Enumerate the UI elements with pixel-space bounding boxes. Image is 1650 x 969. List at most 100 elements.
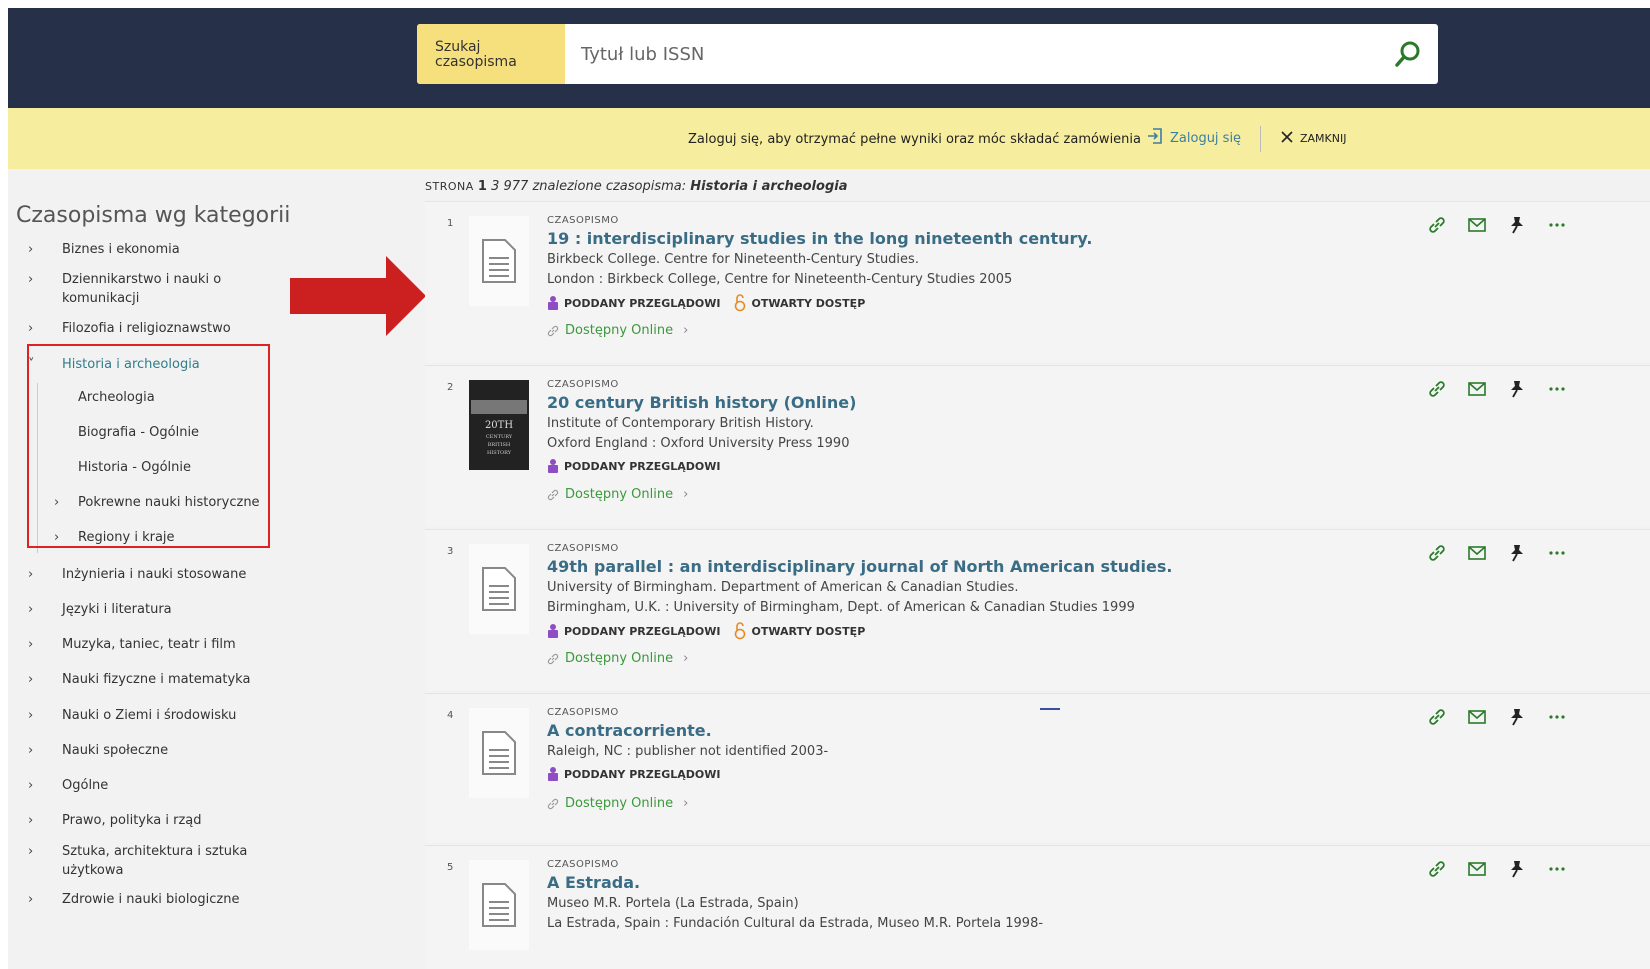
- header-bar: Szukaj czasopisma: [8, 8, 1650, 108]
- chevron-right-icon: ›: [28, 637, 34, 652]
- chevron-right-icon: ›: [683, 487, 689, 502]
- page-number: 1: [477, 179, 487, 194]
- search-icon[interactable]: [1392, 38, 1424, 70]
- chevron-right-icon: ›: [683, 651, 689, 666]
- result-author: University of Birmingham. Department of …: [547, 580, 1019, 595]
- chevron-right-icon: ›: [54, 530, 60, 545]
- svg-text:HISTORY: HISTORY: [487, 450, 512, 456]
- email-icon[interactable]: [1467, 707, 1487, 727]
- peer-reviewed-badge: PODDANY PRZEGLĄDOWI: [547, 458, 720, 474]
- search-input[interactable]: [581, 36, 1381, 72]
- chevron-right-icon: ›: [28, 602, 34, 617]
- chevron-right-icon: ›: [28, 567, 34, 582]
- chevron-right-icon: ›: [28, 743, 34, 758]
- email-icon[interactable]: [1467, 859, 1487, 879]
- link-icon: [547, 653, 559, 664]
- pin-icon[interactable]: [1507, 215, 1527, 235]
- result-actions: [1427, 543, 1567, 563]
- more-icon[interactable]: [1547, 215, 1567, 235]
- result-number: 1: [447, 218, 454, 229]
- result-number: 5: [447, 862, 454, 873]
- result-badges: PODDANY PRZEGLĄDOWI: [547, 458, 720, 474]
- result-badges: PODDANY PRZEGLĄDOWI OTWARTY DOSTĘP: [547, 294, 865, 312]
- pin-icon[interactable]: [1507, 707, 1527, 727]
- search-scope-label[interactable]: Szukaj czasopisma: [417, 24, 565, 84]
- result-title[interactable]: 19 : interdisciplinary studies in the lo…: [547, 229, 1092, 248]
- more-icon[interactable]: [1547, 543, 1567, 563]
- banner-message: Zaloguj się, aby otrzymać pełne wyniki o…: [688, 132, 1141, 147]
- result-badges: PODDANY PRZEGLĄDOWI OTWARTY DOSTĘP: [547, 622, 865, 640]
- chevron-right-icon: ›: [28, 272, 34, 287]
- peer-reviewed-badge: PODDANY PRZEGLĄDOWI: [547, 295, 720, 311]
- pin-icon[interactable]: [1507, 543, 1527, 563]
- document-icon[interactable]: [469, 860, 529, 950]
- permalink-icon[interactable]: [1427, 707, 1447, 727]
- link-icon: [547, 489, 559, 500]
- permalink-icon[interactable]: [1427, 379, 1447, 399]
- result-title[interactable]: A contracorriente.: [547, 721, 712, 740]
- email-icon[interactable]: [1467, 379, 1487, 399]
- online-link[interactable]: Dostępny Online ›: [547, 323, 688, 338]
- document-icon[interactable]: [469, 544, 529, 634]
- decorative-dash: [1040, 708, 1060, 710]
- open-access-badge: OTWARTY DOSTĘP: [734, 622, 865, 640]
- annotation-arrow: [290, 256, 426, 336]
- document-icon[interactable]: [469, 216, 529, 306]
- online-link[interactable]: Dostępny Online ›: [547, 796, 688, 811]
- result-author: Institute of Contemporary British Histor…: [547, 416, 814, 431]
- email-icon[interactable]: [1467, 543, 1487, 563]
- peer-reviewed-icon: [548, 459, 558, 473]
- close-banner-button[interactable]: ZAMKNIJ: [1280, 130, 1346, 147]
- permalink-icon[interactable]: [1427, 859, 1447, 879]
- chevron-right-icon: ›: [683, 796, 689, 811]
- result-type: CZASOPISMO: [547, 859, 619, 870]
- result-card: 2 20TH CENTURY BRITISH HISTORY CZASOPISMO 2…: [425, 365, 1650, 527]
- result-number: 3: [447, 546, 454, 557]
- result-badges: PODDANY PRZEGLĄDOWI: [547, 766, 720, 782]
- more-icon[interactable]: [1547, 859, 1567, 879]
- chevron-down-icon: ˅: [28, 357, 35, 372]
- document-icon[interactable]: [469, 708, 529, 798]
- chevron-right-icon: ›: [28, 844, 34, 859]
- open-lock-icon: [735, 622, 746, 640]
- results-list: STRONA 1 3 977 znalezione czasopisma: Hi…: [425, 169, 1650, 969]
- svg-text:BRITISH: BRITISH: [488, 442, 511, 448]
- online-link[interactable]: Dostępny Online ›: [547, 487, 688, 502]
- result-type: CZASOPISMO: [547, 379, 619, 390]
- email-icon[interactable]: [1467, 215, 1487, 235]
- svg-text:20TH: 20TH: [485, 420, 513, 431]
- tree-guide-line: [37, 383, 38, 553]
- result-title[interactable]: A Estrada.: [547, 873, 640, 892]
- result-title[interactable]: 20 century British history (Online): [547, 393, 856, 412]
- peer-reviewed-icon: [548, 624, 558, 638]
- online-link[interactable]: Dostępny Online ›: [547, 651, 688, 666]
- result-card: 5 CZASOPISMO A Estrada. Museo M.R. Porte…: [425, 845, 1650, 969]
- more-icon[interactable]: [1547, 707, 1567, 727]
- chevron-right-icon: ›: [28, 778, 34, 793]
- login-link[interactable]: Zaloguj się: [1146, 127, 1241, 149]
- result-actions: [1427, 379, 1567, 399]
- result-number: 4: [447, 710, 454, 721]
- pin-icon[interactable]: [1507, 859, 1527, 879]
- result-type: CZASOPISMO: [547, 543, 619, 554]
- result-actions: [1427, 859, 1567, 879]
- results-summary: STRONA 1 3 977 znalezione czasopisma: Hi…: [425, 179, 847, 194]
- results-category: Historia i archeologia: [690, 179, 848, 194]
- chevron-right-icon: ›: [28, 813, 34, 828]
- login-banner: Zaloguj się, aby otrzymać pełne wyniki o…: [8, 108, 1650, 169]
- result-type: CZASOPISMO: [547, 707, 619, 718]
- result-title[interactable]: 49th parallel : an interdisciplinary jou…: [547, 557, 1173, 576]
- chevron-right-icon: ›: [54, 495, 60, 510]
- chevron-right-icon: ›: [28, 321, 34, 336]
- result-author: Birkbeck College. Centre for Nineteenth-…: [547, 252, 919, 267]
- journal-cover-thumbnail[interactable]: 20TH CENTURY BRITISH HISTORY: [469, 380, 529, 470]
- login-label: Zaloguj się: [1170, 130, 1242, 146]
- permalink-icon[interactable]: [1427, 543, 1447, 563]
- result-actions: [1427, 707, 1567, 727]
- permalink-icon[interactable]: [1427, 215, 1447, 235]
- more-icon[interactable]: [1547, 379, 1567, 399]
- pin-icon[interactable]: [1507, 379, 1527, 399]
- result-author: Museo M.R. Portela (La Estrada, Spain): [547, 896, 799, 911]
- app-frame: Szukaj czasopisma Zaloguj się, aby otrzy…: [8, 8, 1650, 969]
- open-access-badge: OTWARTY DOSTĘP: [734, 294, 865, 312]
